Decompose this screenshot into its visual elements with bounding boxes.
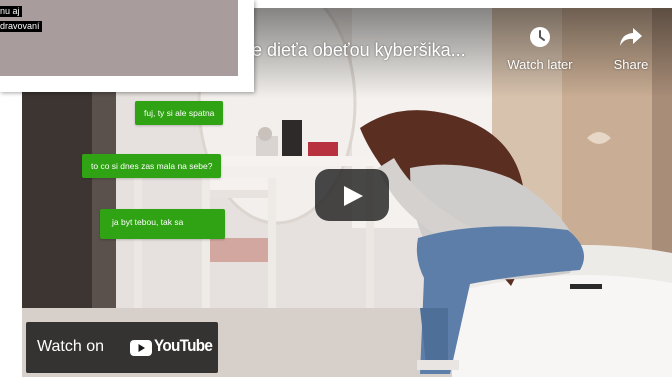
page: e dieťa obeťou kyberšika... Watch later … <box>0 0 672 377</box>
chat-bubble: fuj, ty si ale spatna <box>135 101 224 125</box>
card-text-line: nu aj <box>0 6 22 17</box>
watch-on-label: Watch on <box>37 338 104 355</box>
share-label: Share <box>613 57 649 72</box>
watch-on-youtube-button[interactable]: Watch on YouTube <box>26 322 218 373</box>
share-button[interactable]: Share <box>591 26 671 72</box>
share-arrow-icon <box>591 26 671 51</box>
play-button[interactable] <box>315 169 389 221</box>
play-icon <box>344 186 363 206</box>
youtube-logo-icon <box>130 340 152 356</box>
clock-icon <box>500 26 580 51</box>
card-text-line: dravovaní <box>0 21 42 32</box>
video-title[interactable]: e dieťa obeťou kyberšika... <box>252 40 466 61</box>
card-image <box>0 0 238 76</box>
chat-bubble: to co si dnes zas mala na sebe? <box>82 154 222 178</box>
watch-later-button[interactable]: Watch later <box>500 26 580 72</box>
chat-bubble: ja byt tebou, tak sa <box>100 209 226 239</box>
youtube-wordmark: YouTube <box>154 336 213 355</box>
watch-later-label: Watch later <box>507 57 573 72</box>
overlay-card: nu aj dravovaní <box>0 0 254 92</box>
